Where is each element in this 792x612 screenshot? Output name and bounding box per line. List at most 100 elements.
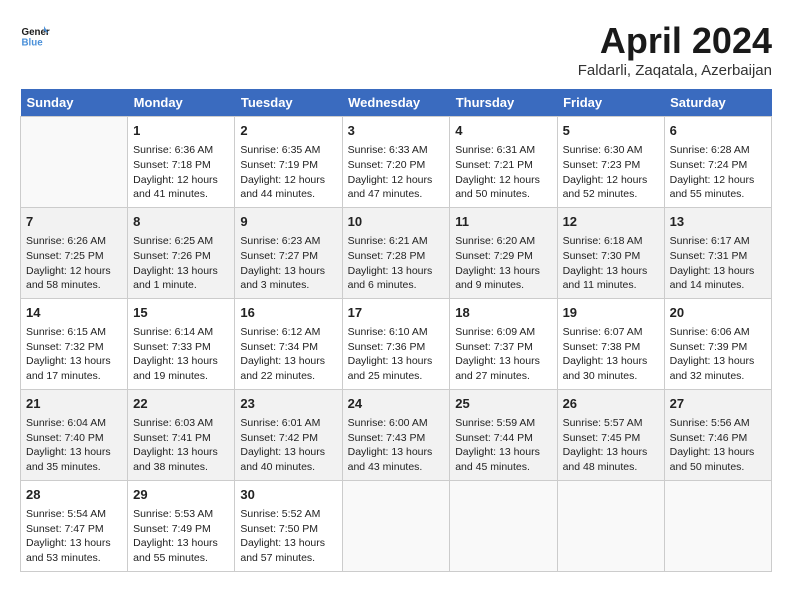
calendar-title: April 2024	[578, 20, 772, 62]
day-info: Sunrise: 6:01 AM Sunset: 7:42 PM Dayligh…	[240, 416, 336, 475]
day-number: 28	[26, 486, 122, 504]
day-cell: 15 Sunrise: 6:14 AM Sunset: 7:33 PM Dayli…	[128, 298, 235, 389]
day-cell: 29 Sunrise: 5:53 AM Sunset: 7:49 PM Dayli…	[128, 480, 235, 571]
calendar-table: SundayMondayTuesdayWednesdayThursdayFrid…	[20, 89, 772, 572]
header-cell-tuesday: Tuesday	[235, 89, 342, 117]
day-cell: 19Sunrise: 6:07 AM Sunset: 7:38 PM Dayli…	[557, 298, 664, 389]
day-cell: 11Sunrise: 6:20 AM Sunset: 7:29 PM Dayli…	[450, 207, 557, 298]
day-cell: 4 Sunrise: 6:31 AM Sunset: 7:21 PM Daylig…	[450, 117, 557, 208]
day-info: Sunrise: 6:25 AM Sunset: 7:26 PM Dayligh…	[133, 234, 229, 293]
day-number: 16	[240, 304, 336, 322]
day-info: Sunrise: 6:00 AM Sunset: 7:43 PM Dayligh…	[348, 416, 445, 475]
day-cell: 14 Sunrise: 6:15 AM Sunset: 7:32 PM Dayli…	[21, 298, 128, 389]
day-number: 1	[133, 122, 229, 140]
week-row-1: 1 Sunrise: 6:36 AM Sunset: 7:18 PM Daylig…	[21, 117, 772, 208]
day-cell: 9 Sunrise: 6:23 AM Sunset: 7:27 PM Daylig…	[235, 207, 342, 298]
day-number: 21	[26, 395, 122, 413]
day-number: 20	[670, 304, 766, 322]
day-cell: 2 Sunrise: 6:35 AM Sunset: 7:19 PM Daylig…	[235, 117, 342, 208]
header-cell-monday: Monday	[128, 89, 235, 117]
day-info: Sunrise: 6:28 AM Sunset: 7:24 PM Dayligh…	[670, 143, 766, 202]
week-row-4: 21 Sunrise: 6:04 AM Sunset: 7:40 PM Dayli…	[21, 389, 772, 480]
day-number: 3	[348, 122, 445, 140]
day-info: Sunrise: 6:14 AM Sunset: 7:33 PM Dayligh…	[133, 325, 229, 384]
day-number: 7	[26, 213, 122, 231]
day-info: Sunrise: 6:15 AM Sunset: 7:32 PM Dayligh…	[26, 325, 122, 384]
calendar-subtitle: Faldarli, Zaqatala, Azerbaijan	[578, 62, 772, 79]
header-cell-sunday: Sunday	[21, 89, 128, 117]
day-info: Sunrise: 6:35 AM Sunset: 7:19 PM Dayligh…	[240, 143, 336, 202]
day-cell: 18Sunrise: 6:09 AM Sunset: 7:37 PM Dayli…	[450, 298, 557, 389]
day-number: 4	[455, 122, 551, 140]
week-row-3: 14 Sunrise: 6:15 AM Sunset: 7:32 PM Dayli…	[21, 298, 772, 389]
day-info: Sunrise: 6:23 AM Sunset: 7:27 PM Dayligh…	[240, 234, 336, 293]
day-info: Sunrise: 6:12 AM Sunset: 7:34 PM Dayligh…	[240, 325, 336, 384]
day-info: Sunrise: 6:04 AM Sunset: 7:40 PM Dayligh…	[26, 416, 122, 475]
day-number: 26	[563, 395, 659, 413]
day-cell: 21 Sunrise: 6:04 AM Sunset: 7:40 PM Dayli…	[21, 389, 128, 480]
day-number: 30	[240, 486, 336, 504]
day-number: 8	[133, 213, 229, 231]
day-number: 29	[133, 486, 229, 504]
day-number: 24	[348, 395, 445, 413]
calendar-header: SundayMondayTuesdayWednesdayThursdayFrid…	[21, 89, 772, 117]
day-number: 14	[26, 304, 122, 322]
day-number: 23	[240, 395, 336, 413]
day-number: 2	[240, 122, 336, 140]
day-info: Sunrise: 6:33 AM Sunset: 7:20 PM Dayligh…	[348, 143, 445, 202]
day-number: 17	[348, 304, 445, 322]
day-cell	[664, 480, 771, 571]
header-row: SundayMondayTuesdayWednesdayThursdayFrid…	[21, 89, 772, 117]
day-cell: 23 Sunrise: 6:01 AM Sunset: 7:42 PM Dayli…	[235, 389, 342, 480]
day-cell: 6 Sunrise: 6:28 AM Sunset: 7:24 PM Daylig…	[664, 117, 771, 208]
header-cell-saturday: Saturday	[664, 89, 771, 117]
day-number: 22	[133, 395, 229, 413]
title-block: April 2024 Faldarli, Zaqatala, Azerbaija…	[578, 20, 772, 79]
day-cell	[450, 480, 557, 571]
day-info: Sunrise: 5:56 AM Sunset: 7:46 PM Dayligh…	[670, 416, 766, 475]
day-number: 5	[563, 122, 659, 140]
day-number: 15	[133, 304, 229, 322]
day-number: 9	[240, 213, 336, 231]
day-cell: 8 Sunrise: 6:25 AM Sunset: 7:26 PM Daylig…	[128, 207, 235, 298]
day-cell: 5 Sunrise: 6:30 AM Sunset: 7:23 PM Daylig…	[557, 117, 664, 208]
day-cell: 22Sunrise: 6:03 AM Sunset: 7:41 PM Dayli…	[128, 389, 235, 480]
logo: General Blue	[20, 20, 50, 50]
day-cell: 28 Sunrise: 5:54 AM Sunset: 7:47 PM Dayli…	[21, 480, 128, 571]
day-info: Sunrise: 5:59 AM Sunset: 7:44 PM Dayligh…	[455, 416, 551, 475]
day-info: Sunrise: 6:31 AM Sunset: 7:21 PM Dayligh…	[455, 143, 551, 202]
day-info: Sunrise: 6:17 AM Sunset: 7:31 PM Dayligh…	[670, 234, 766, 293]
svg-text:General: General	[22, 27, 51, 38]
day-number: 13	[670, 213, 766, 231]
header-cell-thursday: Thursday	[450, 89, 557, 117]
page-header: General Blue April 2024 Faldarli, Zaqata…	[20, 20, 772, 79]
day-number: 11	[455, 213, 551, 231]
day-cell: 3 Sunrise: 6:33 AM Sunset: 7:20 PM Daylig…	[342, 117, 450, 208]
day-info: Sunrise: 6:06 AM Sunset: 7:39 PM Dayligh…	[670, 325, 766, 384]
logo-icon: General Blue	[20, 20, 50, 50]
day-info: Sunrise: 6:30 AM Sunset: 7:23 PM Dayligh…	[563, 143, 659, 202]
day-number: 6	[670, 122, 766, 140]
header-cell-friday: Friday	[557, 89, 664, 117]
day-number: 18	[455, 304, 551, 322]
day-info: Sunrise: 6:26 AM Sunset: 7:25 PM Dayligh…	[26, 234, 122, 293]
day-cell	[21, 117, 128, 208]
day-number: 12	[563, 213, 659, 231]
day-cell: 27 Sunrise: 5:56 AM Sunset: 7:46 PM Dayli…	[664, 389, 771, 480]
week-row-2: 7 Sunrise: 6:26 AM Sunset: 7:25 PM Daylig…	[21, 207, 772, 298]
svg-text:Blue: Blue	[22, 38, 44, 49]
day-cell: 30Sunrise: 5:52 AM Sunset: 7:50 PM Dayli…	[235, 480, 342, 571]
day-cell: 10Sunrise: 6:21 AM Sunset: 7:28 PM Dayli…	[342, 207, 450, 298]
day-info: Sunrise: 5:54 AM Sunset: 7:47 PM Dayligh…	[26, 507, 122, 566]
day-info: Sunrise: 6:18 AM Sunset: 7:30 PM Dayligh…	[563, 234, 659, 293]
day-cell: 25Sunrise: 5:59 AM Sunset: 7:44 PM Dayli…	[450, 389, 557, 480]
day-cell	[342, 480, 450, 571]
day-info: Sunrise: 5:57 AM Sunset: 7:45 PM Dayligh…	[563, 416, 659, 475]
day-number: 10	[348, 213, 445, 231]
day-cell: 20 Sunrise: 6:06 AM Sunset: 7:39 PM Dayli…	[664, 298, 771, 389]
day-info: Sunrise: 6:36 AM Sunset: 7:18 PM Dayligh…	[133, 143, 229, 202]
day-number: 27	[670, 395, 766, 413]
header-cell-wednesday: Wednesday	[342, 89, 450, 117]
day-cell: 13 Sunrise: 6:17 AM Sunset: 7:31 PM Dayli…	[664, 207, 771, 298]
day-info: Sunrise: 5:53 AM Sunset: 7:49 PM Dayligh…	[133, 507, 229, 566]
